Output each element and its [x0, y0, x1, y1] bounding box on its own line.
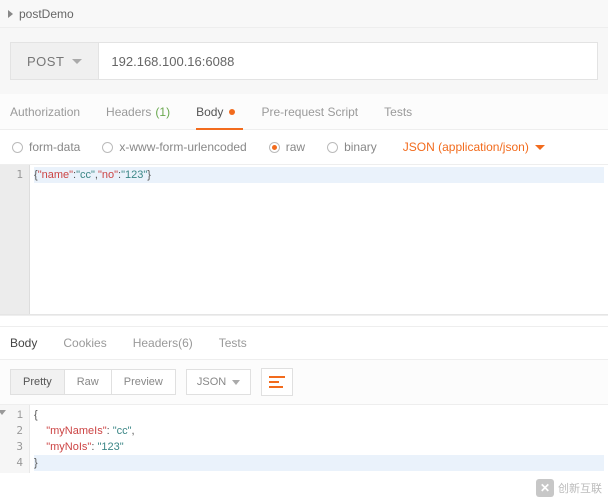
response-tab-headers[interactable]: Headers (6) [133, 336, 193, 350]
response-code[interactable]: { "myNameIs": "cc", "myNoIs": "123" } [30, 405, 608, 473]
response-gutter: 1 2 3 4 [0, 405, 30, 473]
tab-header: postDemo [0, 0, 608, 28]
request-body-editor[interactable]: 1 {"name":"cc","no":"123"} [0, 165, 608, 315]
code-line: "myNameIs": "cc", [34, 423, 604, 439]
response-format-selector[interactable]: JSON [186, 369, 251, 395]
http-method-selector[interactable]: POST [10, 42, 98, 80]
code-line: {"name":"cc","no":"123"} [34, 167, 604, 183]
response-body-editor[interactable]: 1 2 3 4 { "myNameIs": "cc", "myNoIs": "1… [0, 405, 608, 473]
fold-icon[interactable] [0, 410, 6, 415]
chevron-down-icon [535, 145, 545, 150]
tab-tests[interactable]: Tests [384, 94, 412, 129]
response-tab-body[interactable]: Body [10, 336, 37, 350]
radio-form-data[interactable]: form-data [12, 140, 80, 154]
wrap-lines-button[interactable] [261, 368, 293, 396]
chevron-down-icon [72, 59, 82, 64]
code-line: "myNoIs": "123" [34, 439, 604, 455]
response-tabs: Body Cookies Headers (6) Tests [0, 327, 608, 359]
tab-authorization[interactable]: Authorization [10, 94, 80, 129]
request-url-input[interactable] [98, 42, 598, 80]
view-pretty-button[interactable]: Pretty [10, 369, 65, 395]
tab-headers[interactable]: Headers (1) [106, 94, 170, 129]
http-method-label: POST [27, 54, 64, 69]
radio-urlencoded[interactable]: x-www-form-urlencoded [102, 140, 246, 154]
editor-code[interactable]: {"name":"cc","no":"123"} [30, 165, 608, 314]
radio-raw[interactable]: raw [269, 140, 305, 154]
response-tab-cookies[interactable]: Cookies [63, 336, 106, 350]
radio-binary[interactable]: binary [327, 140, 377, 154]
view-preview-button[interactable]: Preview [112, 369, 176, 395]
caret-right-icon [8, 10, 13, 18]
code-line: { [34, 407, 604, 423]
watermark: ✕ 创新互联 [536, 479, 602, 497]
tab-body[interactable]: Body [196, 94, 235, 129]
view-raw-button[interactable]: Raw [65, 369, 112, 395]
pane-separator[interactable] [0, 315, 608, 327]
code-line: } [34, 455, 604, 471]
request-tabs: Authorization Headers (1) Body Pre-reque… [0, 94, 608, 130]
chevron-down-icon [232, 380, 240, 385]
editor-gutter: 1 [0, 165, 30, 314]
request-row: POST [0, 28, 608, 94]
dirty-dot-icon [229, 109, 235, 115]
tab-prerequest[interactable]: Pre-request Script [261, 94, 358, 129]
wrap-icon [269, 376, 285, 388]
view-mode-segment: Pretty Raw Preview [10, 369, 176, 395]
body-type-row: form-data x-www-form-urlencoded raw bina… [0, 130, 608, 165]
response-view-row: Pretty Raw Preview JSON [0, 359, 608, 405]
watermark-logo-icon: ✕ [536, 479, 554, 497]
request-name: postDemo [19, 7, 74, 21]
response-tab-tests[interactable]: Tests [219, 336, 247, 350]
content-type-selector[interactable]: JSON (application/json) [403, 140, 545, 154]
